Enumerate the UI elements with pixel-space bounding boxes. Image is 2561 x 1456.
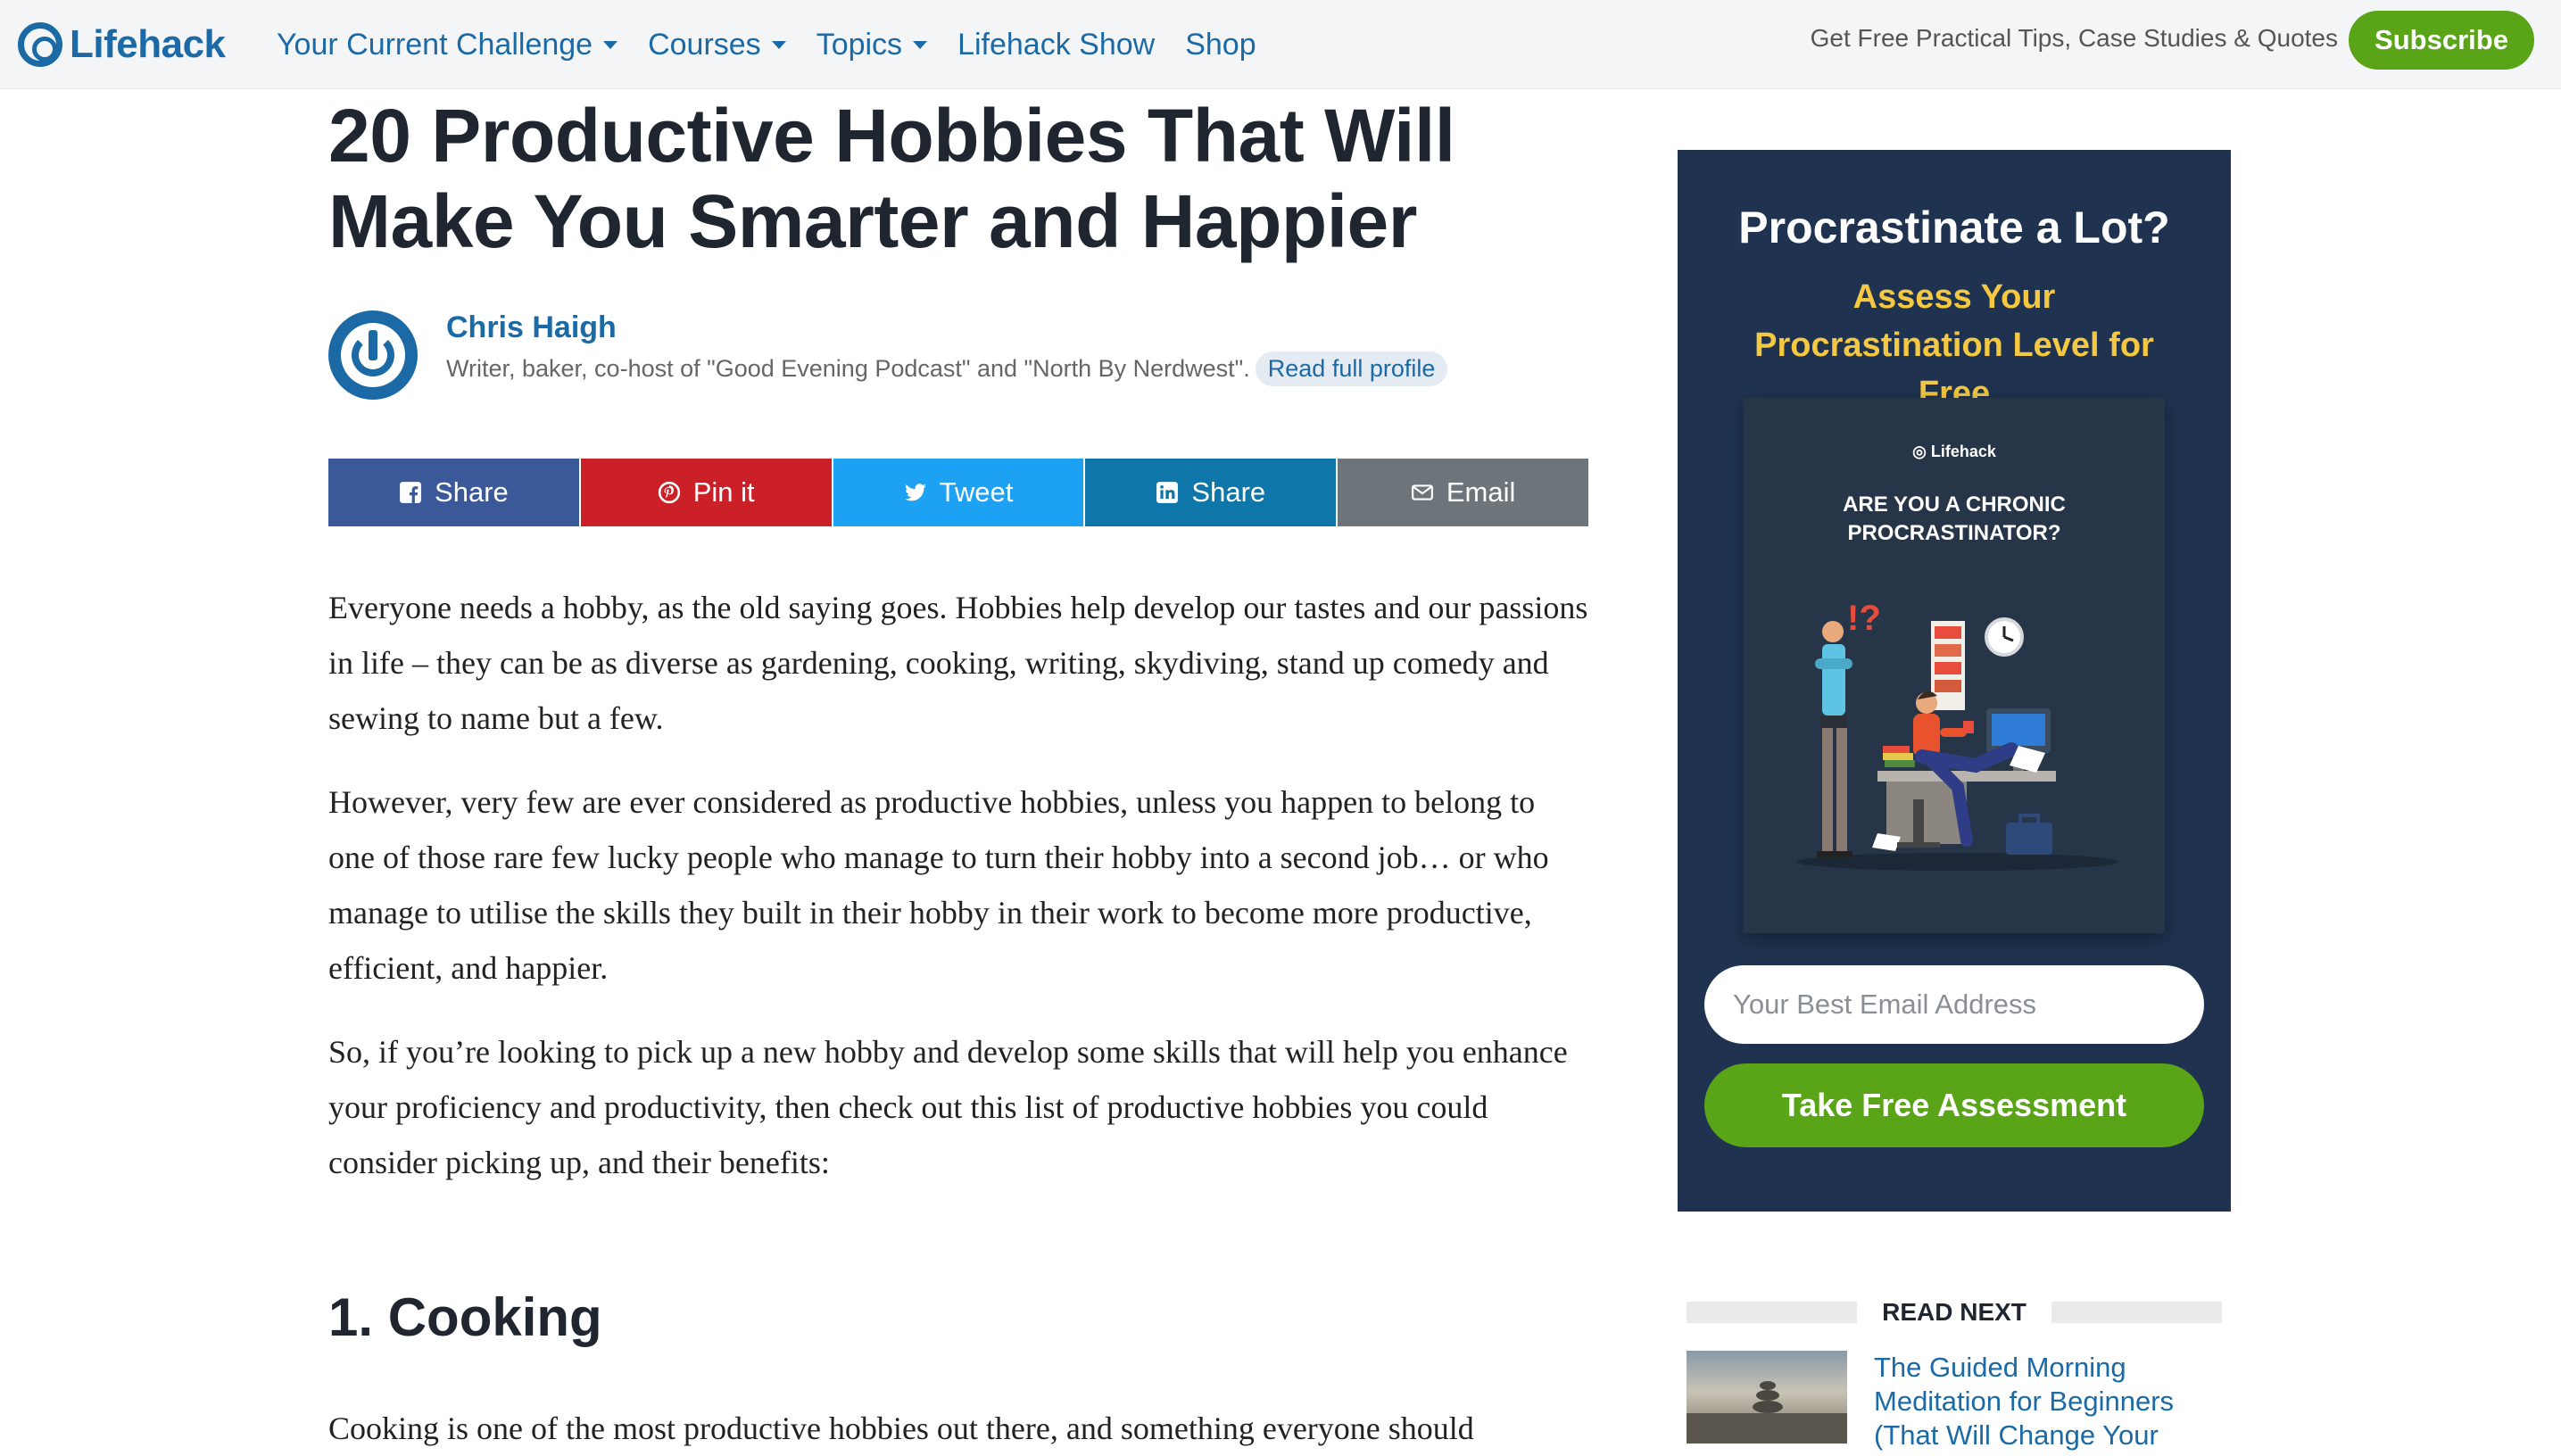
nav-item-label: Courses [648,27,761,62]
author-box: Chris Haigh Writer, baker, co-host of "G… [328,310,1588,409]
top-navigation-bar: Lifehack Your Current Challenge Courses … [0,0,2561,89]
subscribe-button[interactable]: Subscribe [2349,11,2534,70]
nav-item-shop[interactable]: Shop [1185,28,1256,62]
article-paragraph: So, if you’re looking to pick up a new h… [328,1034,1568,1180]
divider [1687,1302,1858,1323]
avatar[interactable] [328,310,418,400]
email-share-button[interactable]: Email [1338,459,1588,526]
ebook-cover: ◎ Lifehack ARE YOU A CHRONIC PROCRASTINA… [1744,398,2165,933]
svg-text:!?: !? [1847,599,1881,638]
email-field[interactable] [1704,965,2204,1044]
nav-item-topics[interactable]: Topics [816,27,928,62]
article-paragraph: Cooking is one of the most productive ho… [328,1410,1474,1446]
article-paragraph: Everyone needs a hobby, as the old sayin… [328,590,1588,736]
article-body: Everyone needs a hobby, as the old sayin… [328,580,1588,1219]
ad-subtitle: Assess Your Procrastination Level for Fr… [1754,278,2154,412]
nav-item-label: Lifehack Show [957,27,1156,62]
procrastination-assessment-ad: Procrastinate a Lot? Assess Your Procras… [1678,150,2231,1212]
article: 20 Productive Hobbies That Will Make You… [328,89,1588,1446]
facebook-icon [400,482,421,503]
nav-item-lifehack-show[interactable]: Lifehack Show [957,28,1155,62]
newsletter-tagline: Get Free Practical Tips, Case Studies & … [1810,24,2338,52]
chevron-down-icon [603,40,618,49]
linkedin-icon [1156,482,1179,503]
pinterest-icon [658,481,680,504]
share-label: Pin it [692,476,755,508]
chevron-down-icon [771,40,786,49]
nav-item-courses[interactable]: Courses [648,28,786,62]
linkedin-share-button[interactable]: Share [1085,459,1337,526]
share-label: Email [1446,476,1516,508]
email-icon [1411,484,1433,500]
author-bio: Writer, baker, co-host of "Good Evening … [446,352,1448,386]
ad-title: Procrastinate a Lot? [1738,203,2170,252]
book-brand: ◎ Lifehack [1912,443,1996,460]
logo-text: Lifehack [70,22,226,66]
share-label: Tweet [939,476,1014,508]
share-label: Share [435,476,509,508]
section-heading: 1. Cooking [328,1287,602,1347]
facebook-share-button[interactable]: Share [328,459,579,526]
author-bio-text: Writer, baker, co-host of "Good Evening … [446,355,1250,382]
nav-item-label: Your Current Challenge [277,27,593,62]
nav-item-label: Topics [816,27,903,62]
share-bar: Share Pin it Tweet Share Email [328,459,1588,526]
nav-item-your-current-challenge[interactable]: Your Current Challenge [277,27,618,62]
lifehack-logo[interactable]: Lifehack [18,14,226,75]
read-next-header: READ NEXT [1687,1298,2223,1326]
read-next-title-link[interactable]: The Guided Morning Meditation for Beginn… [1874,1351,2222,1452]
article-paragraph: However, very few are ever considered as… [328,784,1549,986]
chevron-down-icon [913,40,928,49]
divider [2051,1302,2223,1323]
read-next-thumbnail[interactable] [1687,1351,1847,1444]
main-nav: Your Current Challenge Courses Topics Li… [277,0,1287,89]
take-free-assessment-button[interactable]: Take Free Assessment [1704,1063,2204,1147]
nav-item-label: Shop [1185,27,1256,62]
procrastinator-illustration: !? [1797,599,2118,871]
read-full-profile-link[interactable]: Read full profile [1255,352,1448,386]
share-label: Share [1191,476,1266,508]
article-title: 20 Productive Hobbies That Will Make You… [328,94,1455,263]
lifehack-logo-icon [18,22,62,67]
twitter-tweet-button[interactable]: Tweet [833,459,1084,526]
twitter-icon [904,484,926,501]
pinterest-pin-button[interactable]: Pin it [580,459,832,526]
read-next-label: READ NEXT [1882,1298,2026,1326]
author-name[interactable]: Chris Haigh [446,310,617,345]
book-title: ARE YOU A CHRONIC PROCRASTINATOR? [1843,492,2066,545]
